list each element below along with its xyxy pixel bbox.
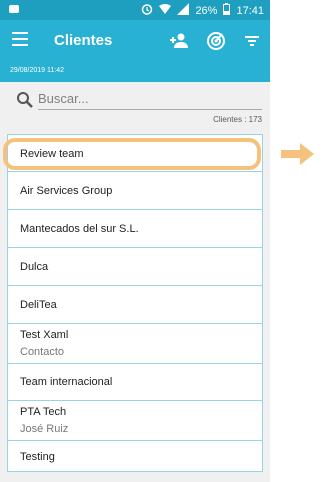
list-item[interactable]: Mantecados del sur S.L.	[8, 210, 262, 248]
client-name: Testing	[20, 451, 55, 463]
app-bar: Clientes	[0, 20, 270, 62]
client-list[interactable]: Review team Air Services Group Mantecado…	[7, 134, 263, 472]
client-name: DeliTea	[20, 299, 57, 311]
alarm-icon	[141, 3, 153, 18]
phone-screen: 26% 17:41 Clientes 29/08/2019 11:42 Clie…	[0, 0, 270, 482]
list-item[interactable]: Testing	[8, 441, 262, 471]
battery-label: 26%	[195, 4, 218, 17]
arrow-right-icon	[281, 141, 315, 167]
client-contact: Contacto	[20, 346, 65, 358]
highlight-outline	[3, 138, 261, 170]
client-name: Team internacional	[20, 376, 113, 388]
status-bar: 26% 17:41	[0, 0, 270, 20]
list-item[interactable]: Air Services Group	[8, 172, 262, 210]
list-item[interactable]: Test Xaml Contacto	[8, 324, 262, 364]
wifi-icon	[159, 3, 172, 18]
filter-icon[interactable]	[241, 30, 263, 52]
list-item[interactable]: Dulca	[8, 248, 262, 286]
list-item[interactable]: DeliTea	[8, 286, 262, 324]
clock-label: 17:41	[236, 4, 264, 17]
client-name: Test Xaml	[20, 329, 69, 341]
notification-icon	[8, 3, 20, 18]
date-label: 29/08/2019 11:42	[10, 67, 64, 74]
battery-icon	[223, 3, 231, 18]
add-client-icon[interactable]	[168, 30, 190, 52]
radar-icon[interactable]	[205, 30, 227, 52]
client-name: PTA Tech	[20, 406, 67, 418]
list-item[interactable]: PTA Tech José Ruiz	[8, 401, 262, 441]
menu-icon[interactable]	[12, 32, 28, 48]
search-bar	[0, 82, 270, 132]
client-count: Clientes : 173	[213, 115, 262, 124]
client-name: Air Services Group	[20, 185, 113, 197]
client-name: Mantecados del sur S.L.	[20, 223, 139, 235]
client-name: Dulca	[20, 261, 49, 273]
page-title: Clientes	[54, 32, 113, 49]
client-contact: José Ruiz	[20, 423, 69, 435]
search-icon	[16, 91, 34, 109]
date-bar: 29/08/2019 11:42	[0, 62, 270, 82]
search-input[interactable]	[38, 88, 262, 110]
list-item[interactable]: Team internacional	[8, 364, 262, 401]
signal-icon	[177, 3, 190, 18]
